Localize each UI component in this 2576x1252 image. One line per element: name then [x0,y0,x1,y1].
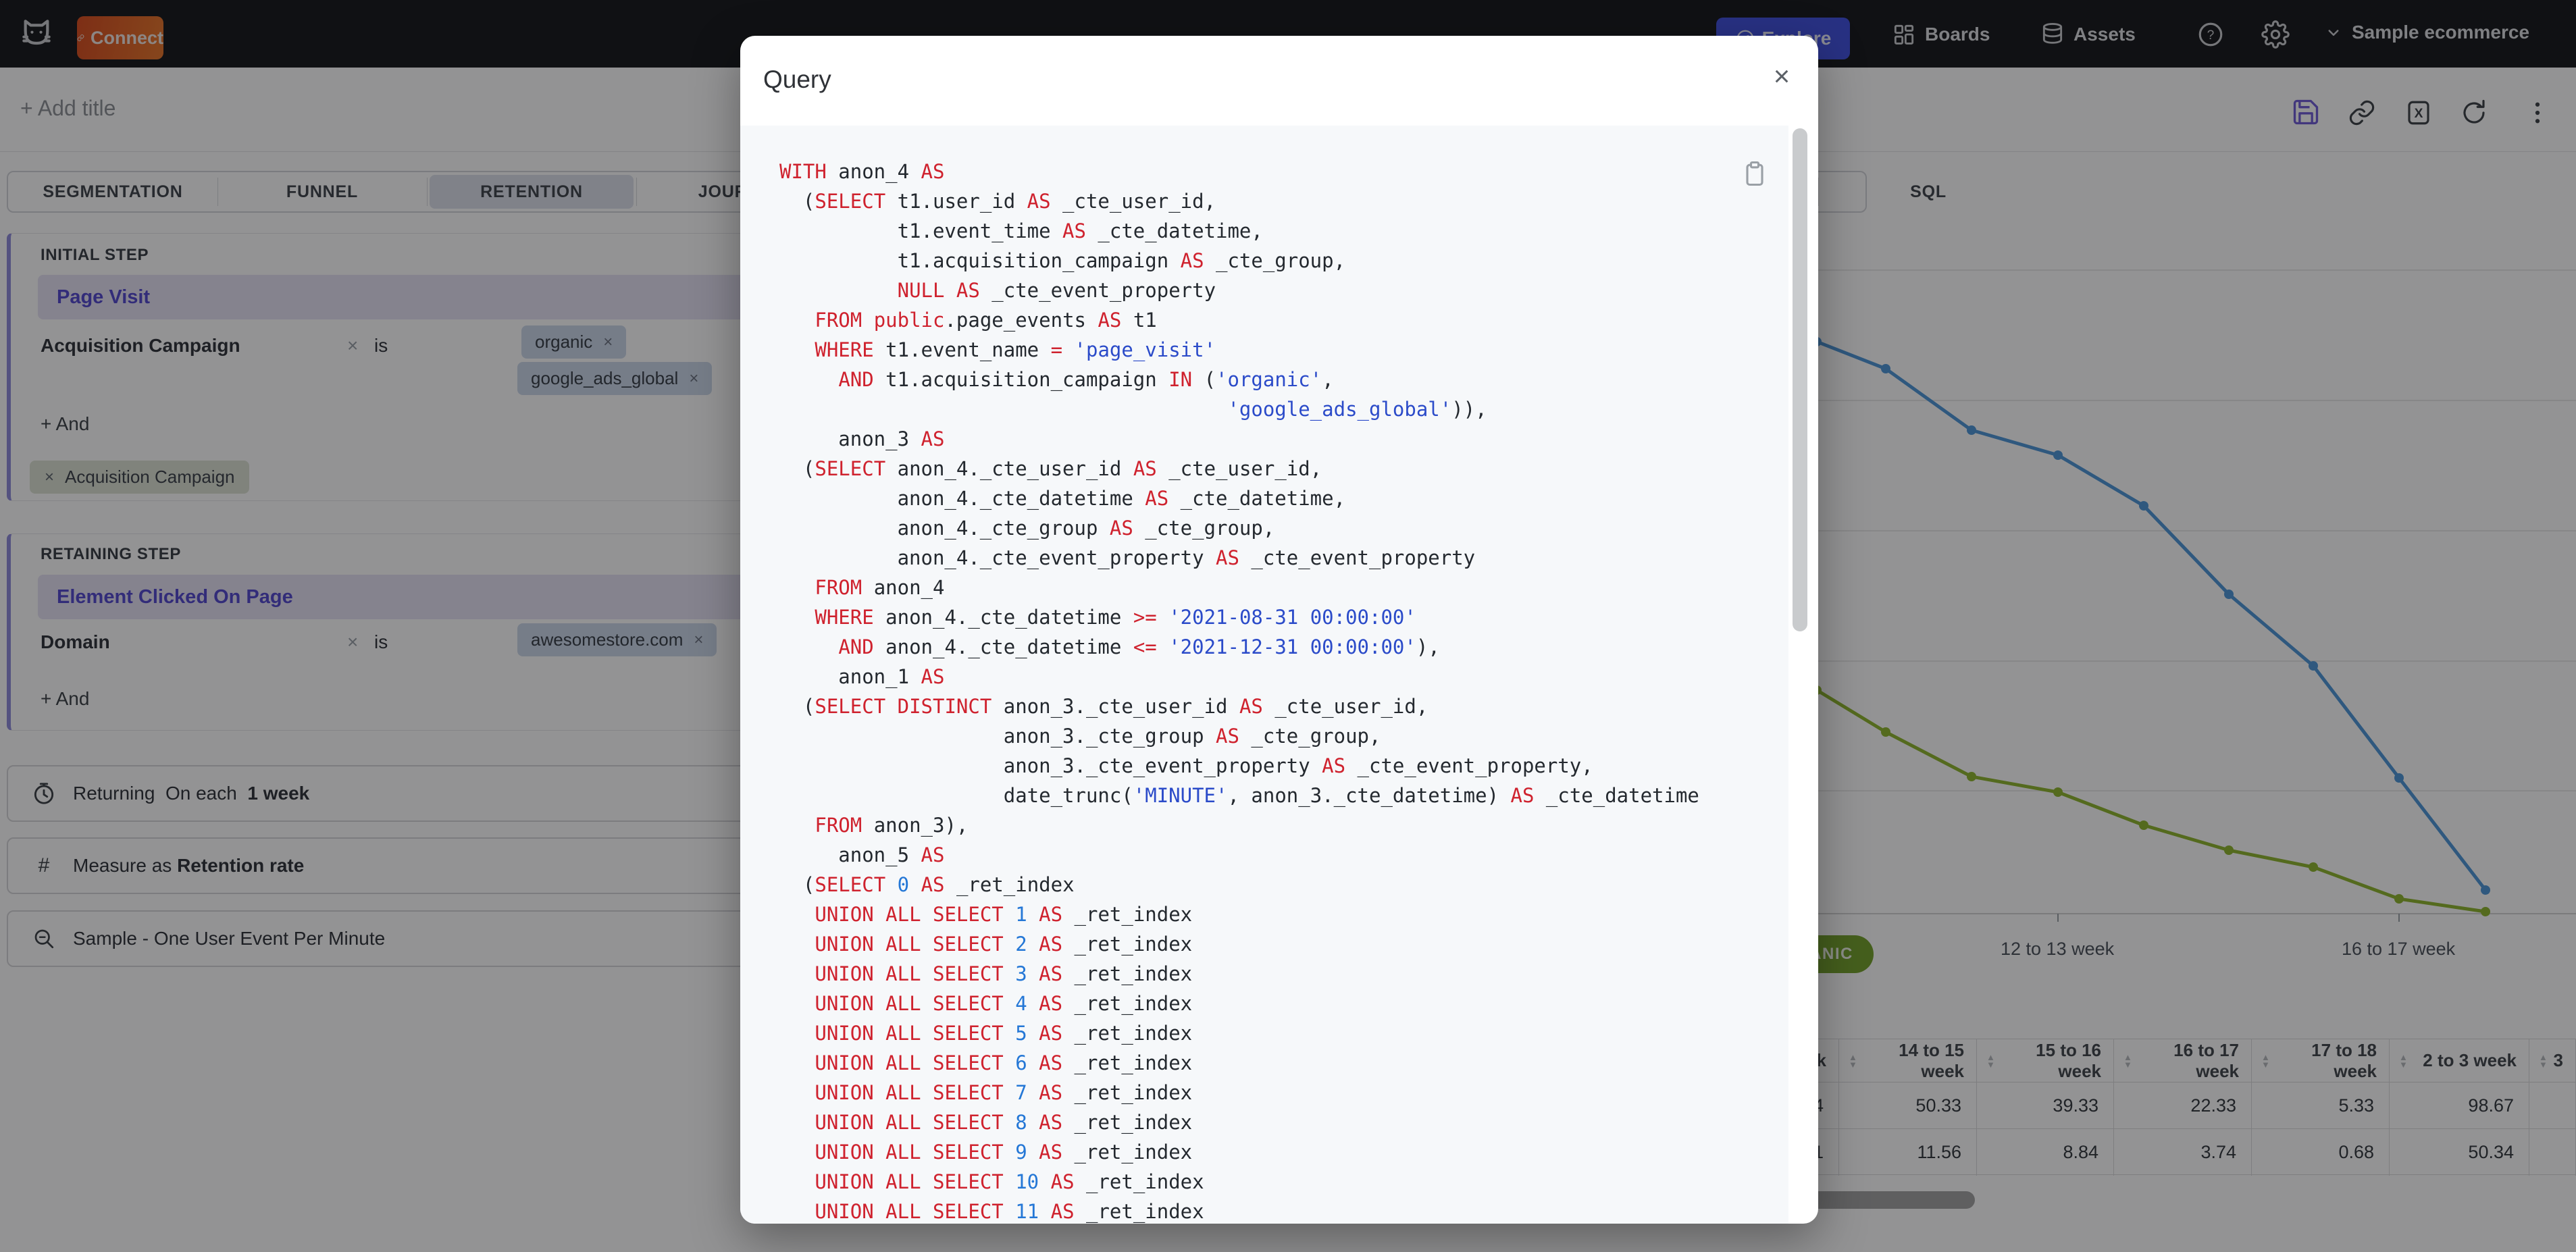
sql-code-line: UNION ALL SELECT 11 AS _ret_index [815,1200,1204,1223]
copy-to-clipboard-icon[interactable] [1740,159,1770,188]
sql-code-line: WHERE t1.event_name = 'page_visit' [815,338,1216,361]
sql-code-line: FROM anon_3), [815,814,969,837]
sql-code-line: anon_3._cte_group AS _cte_group, [779,725,1381,748]
sql-code-line: anon_5 AS [779,843,945,866]
query-modal: Query × WITH anon_4 AS (SELECT t1.user_i… [740,36,1818,1224]
sql-code-line: UNION ALL SELECT 6 AS _ret_index [815,1051,1193,1074]
sql-code-line: UNION ALL SELECT 5 AS _ret_index [815,1022,1193,1045]
sql-code-line: UNION ALL SELECT 2 AS _ret_index [815,933,1193,956]
sql-code: WITH anon_4 AS (SELECT t1.user_id AS _ct… [779,157,1699,1224]
sql-code-line: anon_1 AS [779,665,945,688]
sql-code-line: FROM public.page_events AS t1 [815,309,1157,332]
close-icon[interactable]: × [1766,60,1798,93]
sql-code-line: anon_4._cte_group AS _cte_group, [779,517,1275,540]
sql-code-line: UNION ALL SELECT 8 AS _ret_index [815,1111,1193,1134]
sql-code-block: WITH anon_4 AS (SELECT t1.user_id AS _ct… [740,126,1788,1224]
sql-code-line: anon_3 AS [779,427,945,450]
sql-code-line: t1.acquisition_campaign AS _cte_group, [779,249,1346,272]
sql-code-line: AND anon_4._cte_datetime <= '2021-12-31 … [838,635,1440,658]
sql-code-line: WITH anon_4 AS [779,160,945,183]
sql-code-line: 'google_ads_global')), [1227,398,1487,421]
sql-code-line: UNION ALL SELECT 1 AS _ret_index [815,903,1193,926]
sql-code-line: UNION ALL SELECT 9 AS _ret_index [815,1141,1193,1164]
sql-code-line: date_trunc('MINUTE', anon_3._cte_datetim… [779,784,1699,807]
sql-code-line: UNION ALL SELECT 3 AS _ret_index [815,962,1193,985]
sql-code-line: UNION ALL SELECT 10 AS _ret_index [815,1170,1204,1193]
sql-code-line: (SELECT DISTINCT anon_3._cte_user_id AS … [779,695,1428,718]
sql-code-line: UNION ALL SELECT 7 AS _ret_index [815,1081,1193,1104]
app-root: Connect Explore Boards Ass [0,0,2576,1252]
sql-code-line: FROM anon_4 [815,576,945,599]
sql-code-line: (SELECT 0 AS _ret_index [779,873,1075,896]
sql-code-line: UNION ALL SELECT 4 AS _ret_index [815,992,1193,1015]
sql-code-line: NULL AS _cte_event_property [897,279,1216,302]
sql-code-line: (SELECT anon_4._cte_user_id AS _cte_user… [779,457,1322,480]
modal-scrollbar-thumb[interactable] [1793,128,1807,631]
sql-code-line: anon_4._cte_event_property AS _cte_event… [779,546,1476,569]
sql-code-line: anon_4._cte_datetime AS _cte_datetime, [779,487,1346,510]
sql-code-line: t1.event_time AS _cte_datetime, [779,219,1263,242]
sql-code-line: WHERE anon_4._cte_datetime >= '2021-08-3… [815,606,1416,629]
sql-code-line: (SELECT t1.user_id AS _cte_user_id, [779,190,1216,213]
sql-code-line: AND t1.acquisition_campaign IN ('organic… [838,368,1334,391]
sql-code-line: anon_3._cte_event_property AS _cte_event… [779,754,1593,777]
modal-title: Query [763,66,831,93]
